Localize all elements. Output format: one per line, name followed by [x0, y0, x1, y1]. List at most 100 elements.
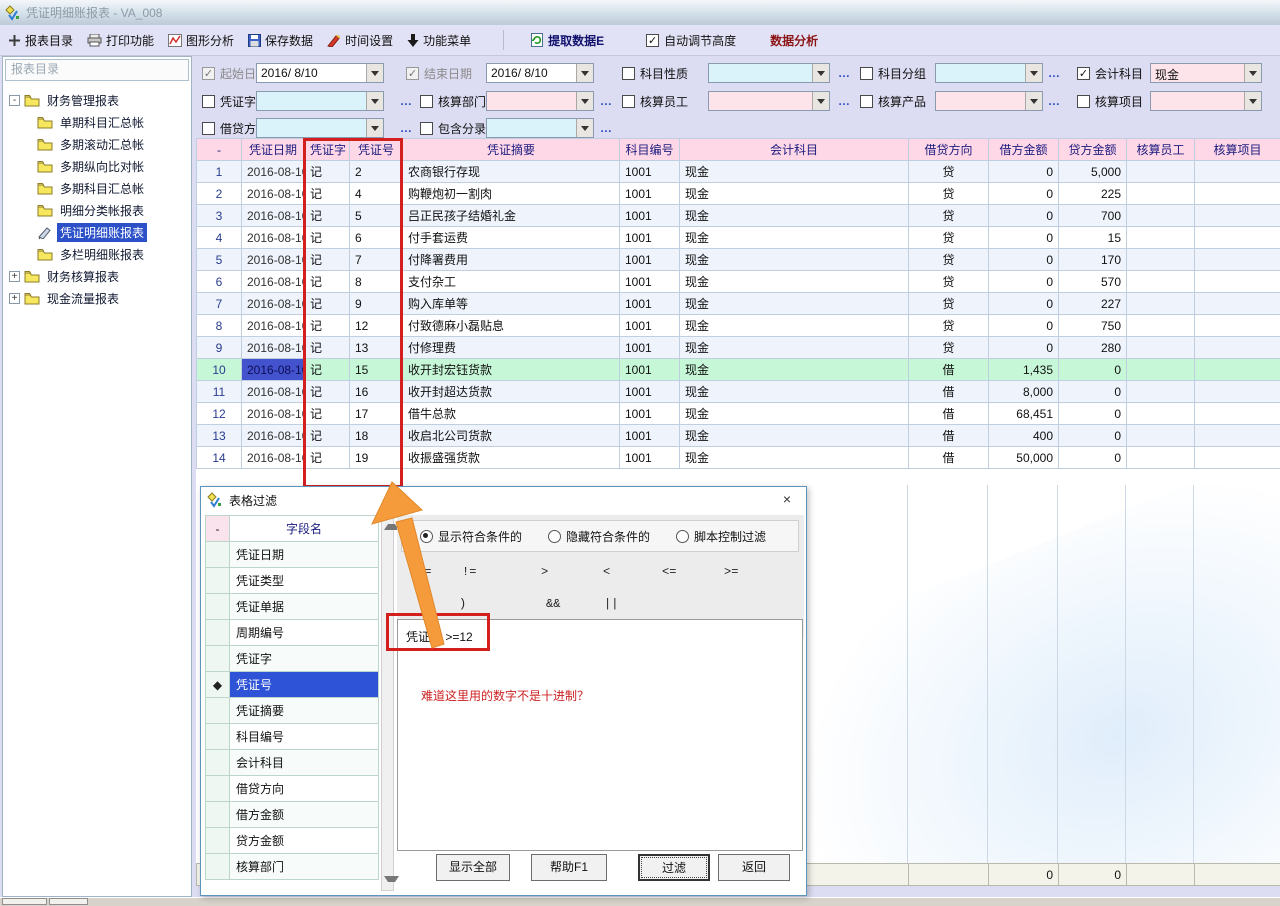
project-checkbox[interactable]: 核算项目 — [1077, 92, 1143, 110]
report-catalog-panel: 报表目录 - 财务管理报表 单期科目汇总帐 多期滚动汇总帐 多期纵向比对帐 多期… — [2, 56, 192, 897]
menu-button[interactable]: 功能菜单 — [407, 32, 471, 49]
refresh-page-icon — [530, 33, 544, 47]
tree-node[interactable]: 单期科目汇总帐 — [3, 111, 191, 133]
op-and-button[interactable]: && — [546, 597, 560, 611]
folder-icon — [37, 116, 53, 129]
end-date-checkbox[interactable]: ✓ 结束日期 — [406, 64, 472, 82]
product-checkbox[interactable]: 核算产品 — [860, 92, 926, 110]
field-row-selected[interactable]: ◆凭证号 — [206, 672, 379, 698]
field-row[interactable]: 会计科目 — [206, 750, 379, 776]
dept-select[interactable] — [486, 91, 594, 111]
field-row[interactable]: 周期编号 — [206, 620, 379, 646]
field-row[interactable]: 借方金额 — [206, 802, 379, 828]
direction-select[interactable] — [256, 118, 384, 138]
more-button[interactable]: … — [600, 121, 613, 135]
subject-group-select[interactable] — [935, 63, 1043, 83]
edit-pencil-icon — [37, 226, 53, 239]
print-button[interactable]: 打印功能 — [87, 32, 154, 49]
op-gt-button[interactable]: > — [541, 565, 548, 579]
account-subject-checkbox[interactable]: ✓ 会计科目 — [1077, 64, 1143, 82]
field-row[interactable]: 贷方金额 — [206, 828, 379, 854]
product-select[interactable] — [935, 91, 1043, 111]
more-button[interactable]: … — [600, 94, 613, 108]
radio-icon — [548, 530, 561, 543]
project-select[interactable] — [1150, 91, 1262, 111]
catalog-header-field[interactable]: 报表目录 — [5, 59, 189, 81]
scroll-down-icon[interactable] — [384, 876, 399, 886]
op-gte-button[interactable]: >= — [724, 565, 738, 579]
show-all-button[interactable]: 显示全部 — [436, 854, 510, 881]
more-button[interactable]: … — [400, 94, 413, 108]
include-entry-checkbox[interactable]: 包含分录 — [420, 119, 486, 137]
field-row[interactable]: 凭证类型 — [206, 568, 379, 594]
op-or-button[interactable]: || — [604, 597, 618, 611]
tree-node[interactable]: 多期纵向比对帐 — [3, 155, 191, 177]
chevron-down-icon — [576, 92, 593, 110]
start-date-select[interactable]: 2016/ 8/10 — [256, 63, 384, 83]
window-titlebar: 凭证明细账报表 - VA_008 — [0, 0, 1280, 25]
help-button[interactable]: 帮助F1 — [531, 854, 607, 881]
dialog-title: 表格过滤 — [229, 492, 277, 509]
pen-icon — [327, 34, 341, 47]
include-entry-select[interactable] — [486, 118, 594, 138]
account-subject-select[interactable]: 现金 — [1150, 63, 1262, 83]
expand-icon[interactable]: + — [9, 271, 20, 282]
save-button[interactable]: 保存数据 — [248, 32, 313, 49]
summary-debit: 0 — [989, 864, 1059, 886]
scrollbar-segment[interactable] — [49, 898, 88, 905]
tree-node[interactable]: 多期滚动汇总帐 — [3, 133, 191, 155]
employee-select[interactable] — [708, 91, 830, 111]
tree-node-finance-accounting[interactable]: + 财务核算报表 — [3, 265, 191, 287]
tree-node[interactable]: 多栏明细账报表 — [3, 243, 191, 265]
field-row[interactable]: 凭证日期 — [206, 542, 379, 568]
more-button[interactable]: … — [1048, 66, 1061, 80]
tree-node-cash-flow[interactable]: + 现金流量报表 — [3, 287, 191, 309]
radio-hide-matching[interactable]: 隐藏符合条件的 — [548, 528, 650, 545]
field-row[interactable]: 借贷方向 — [206, 776, 379, 802]
save-icon — [248, 34, 261, 47]
folder-icon — [37, 160, 53, 173]
auto-height-checkbox[interactable]: ✓ 自动调节高度 — [646, 32, 736, 49]
tree-node-finance-mgmt[interactable]: - 财务管理报表 — [3, 89, 191, 111]
time-settings-button[interactable]: 时间设置 — [327, 32, 393, 49]
checkbox-check-icon: ✓ — [202, 67, 215, 80]
close-icon[interactable]: × — [778, 491, 796, 509]
toolbar-separator — [503, 30, 504, 50]
tree-node[interactable]: 明细分类帐报表 — [3, 199, 191, 221]
collapse-icon[interactable]: - — [9, 95, 20, 106]
employee-checkbox[interactable]: 核算员工 — [622, 92, 688, 110]
op-lte-button[interactable]: <= — [662, 565, 676, 579]
op-lt-button[interactable]: < — [603, 565, 610, 579]
voucher-word-select[interactable] — [256, 91, 384, 111]
tree-node-voucher-detail-selected[interactable]: 凭证明细账报表 — [3, 221, 191, 243]
more-button[interactable]: … — [838, 66, 851, 80]
radio-script-filter[interactable]: 脚本控制过滤 — [676, 528, 766, 545]
subject-nature-checkbox[interactable]: 科目性质 — [622, 64, 688, 82]
filter-panel: ✓ 起始日期 2016/ 8/10 ✓ 结束日期 2016/ 8/10 科目性质… — [196, 56, 1280, 138]
more-button[interactable]: … — [838, 94, 851, 108]
voucher-word-checkbox[interactable]: 凭证字 — [202, 92, 256, 110]
row-marker-diamond-icon: ◆ — [206, 672, 230, 698]
more-button[interactable]: … — [1048, 94, 1061, 108]
more-button[interactable]: … — [400, 121, 413, 135]
end-date-select[interactable]: 2016/ 8/10 — [486, 63, 594, 83]
subject-nature-select[interactable] — [708, 63, 830, 83]
data-analysis-link[interactable]: 数据分析 — [770, 32, 818, 49]
field-row[interactable]: 凭证单据 — [206, 594, 379, 620]
report-dir-button[interactable]: 报表目录 — [8, 32, 73, 49]
back-button[interactable]: 返回 — [718, 854, 790, 881]
filter-button[interactable]: 过滤 — [638, 854, 710, 881]
tree-node[interactable]: 多期科目汇总帐 — [3, 177, 191, 199]
graph-button[interactable]: 图形分析 — [168, 32, 234, 49]
extract-data-button[interactable]: 提取数据E — [530, 32, 604, 49]
folder-icon — [24, 270, 40, 283]
scrollbar-thumb[interactable] — [2, 898, 47, 905]
dept-checkbox[interactable]: 核算部门 — [420, 92, 486, 110]
expand-icon[interactable]: + — [9, 293, 20, 304]
subject-group-checkbox[interactable]: 科目分组 — [860, 64, 926, 82]
field-row[interactable]: 凭证摘要 — [206, 698, 379, 724]
chevron-down-icon — [366, 64, 383, 82]
field-row[interactable]: 凭证字 — [206, 646, 379, 672]
field-row[interactable]: 科目编号 — [206, 724, 379, 750]
field-row[interactable]: 核算部门 — [206, 854, 379, 880]
